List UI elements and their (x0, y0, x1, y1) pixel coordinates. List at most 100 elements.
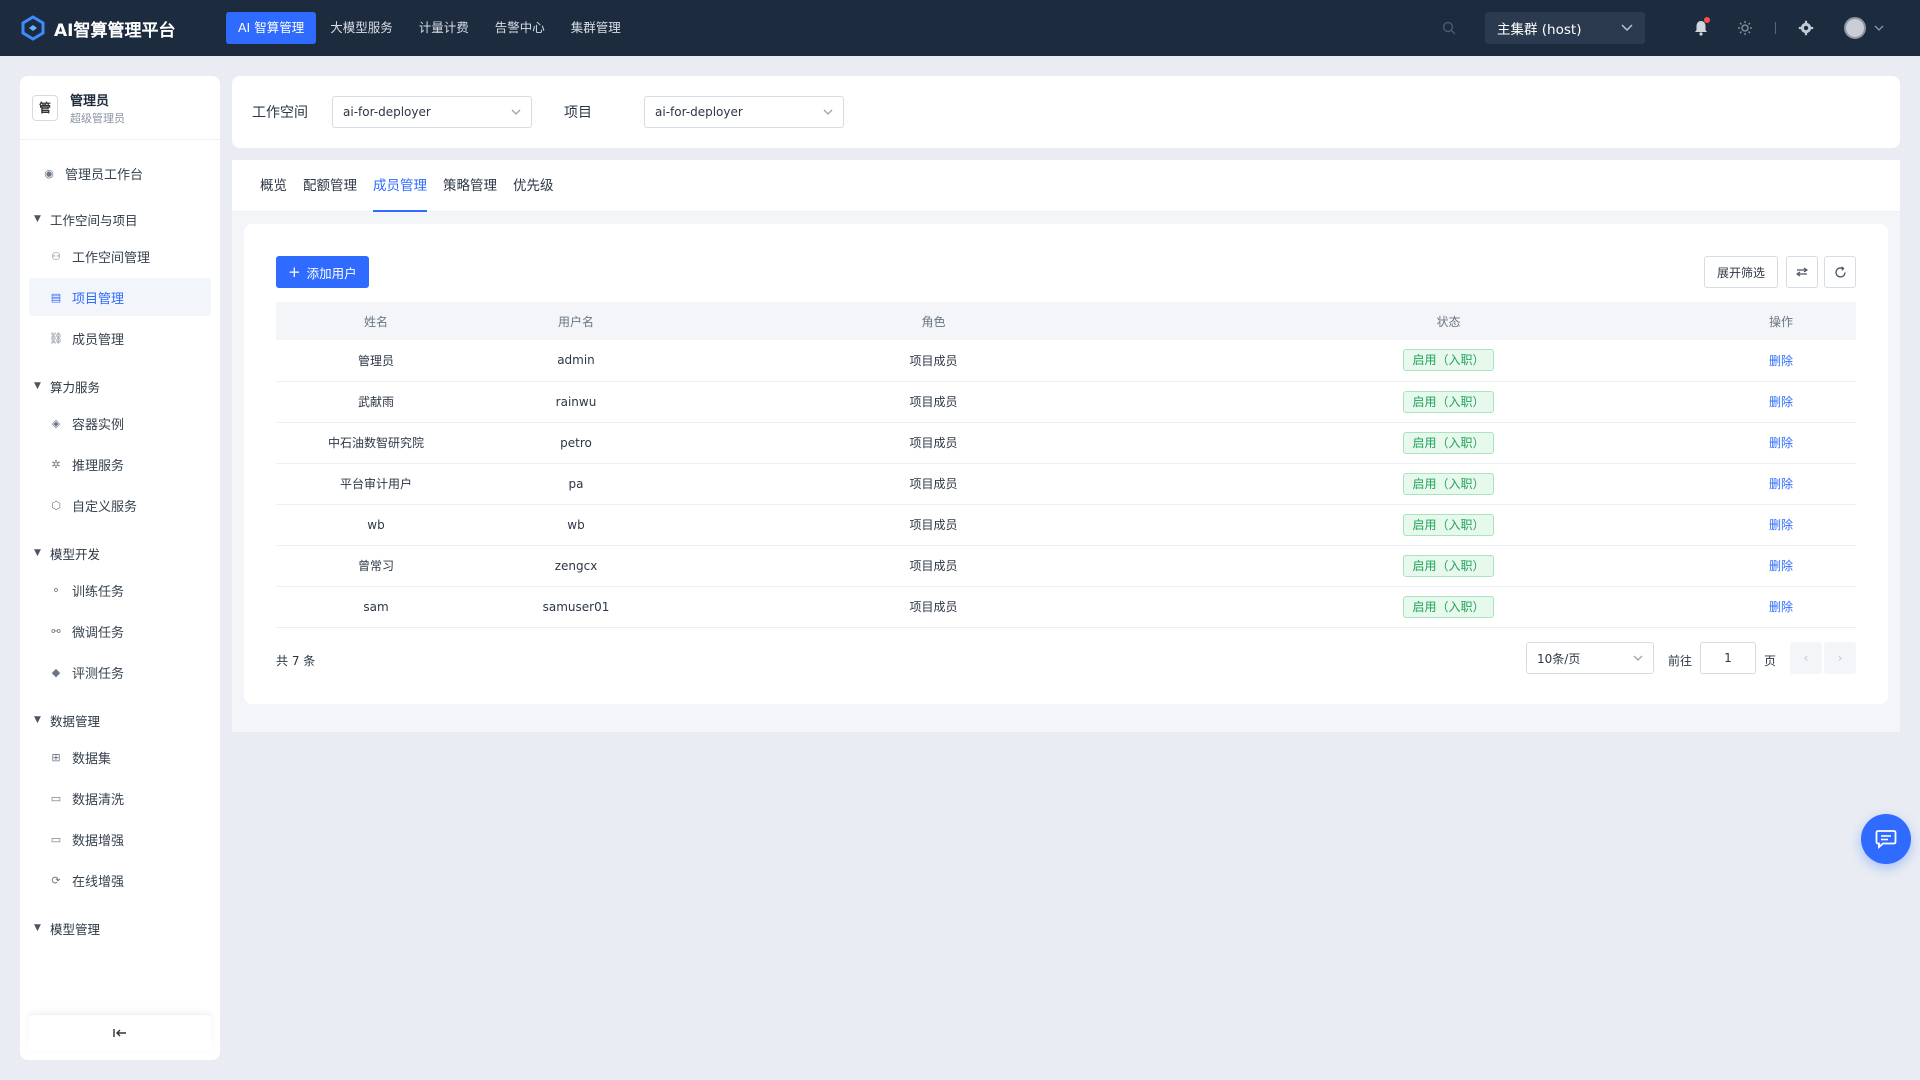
delete-link[interactable]: 删除 (1769, 477, 1793, 491)
cell-actions: 删除 (1706, 340, 1856, 382)
sidebar-item-custom-service[interactable]: ⬡ 自定义服务 (29, 486, 211, 524)
sidebar-group-compute[interactable]: ▼ 算力服务 (20, 371, 220, 401)
sidebar-group-label: 工作空间与项目 (50, 212, 138, 228)
table-row: wb wb 项目成员 启用（入职） 删除 (276, 504, 1856, 546)
sidebar-item-data-cleaning[interactable]: ▭ 数据清洗 (29, 779, 211, 817)
sidebar-item-workbench[interactable]: ◉ 管理员工作台 (29, 154, 211, 192)
page-size-value: 10条/页 (1537, 651, 1581, 666)
chevron-down-icon (511, 109, 521, 115)
cell-role: 项目成员 (676, 504, 1191, 546)
prev-page-button[interactable]: ‹ (1790, 642, 1822, 674)
sidebar-item-workspace-management[interactable]: ⚇ 工作空间管理 (29, 237, 211, 275)
cell-actions: 删除 (1706, 504, 1856, 546)
delete-link[interactable]: 删除 (1769, 436, 1793, 450)
sidebar-group-model-dev[interactable]: ▼ 模型开发 (20, 538, 220, 568)
sidebar-item-project-management[interactable]: ▤ 项目管理 (29, 278, 211, 316)
add-user-button[interactable]: + 添加用户 (276, 256, 369, 288)
tab-priority[interactable]: 优先级 (513, 160, 554, 212)
workspace-select[interactable]: ai-for-deployer (332, 96, 532, 128)
delete-link[interactable]: 删除 (1769, 600, 1793, 614)
delete-link[interactable]: 删除 (1769, 559, 1793, 573)
swap-icon (1796, 267, 1808, 277)
column-settings-button[interactable] (1786, 256, 1818, 288)
expand-filter-button[interactable]: 展开筛选 (1704, 256, 1778, 288)
sidebar-item-data-augment[interactable]: ▭ 数据增强 (29, 820, 211, 858)
cell-actions: 删除 (1706, 545, 1856, 587)
users-icon: ⚇ (51, 249, 61, 263)
cell-status: 启用（入职） (1191, 381, 1706, 423)
sidebar-item-eval-task[interactable]: ◆ 评测任务 (29, 653, 211, 691)
notification-dot (1704, 17, 1710, 23)
sidebar-item-label: 数据集 (72, 751, 112, 767)
status-badge: 启用（入职） (1403, 513, 1494, 536)
gear-icon[interactable] (1796, 18, 1816, 38)
cell-role: 项目成员 (676, 381, 1191, 423)
column-header-name: 姓名 (363, 314, 388, 329)
add-user-label: 添加用户 (306, 265, 357, 281)
sidebar-item-finetune-task[interactable]: ⚯ 微调任务 (29, 612, 211, 650)
next-page-button[interactable]: › (1824, 642, 1856, 674)
tab-overview[interactable]: 概览 (260, 160, 287, 212)
sidebar-item-member-management[interactable]: ⛓ 成员管理 (29, 319, 211, 357)
app-logo[interactable]: AI智算管理平台 (20, 15, 198, 41)
sidebar-item-online-augment[interactable]: ⟳ 在线增强 (29, 861, 211, 899)
search-icon[interactable] (1439, 18, 1459, 38)
cell-name: 中石油数智研究院 (276, 422, 476, 464)
topnav-billing[interactable]: 计量计费 (407, 12, 481, 44)
sidebar-item-label: 工作空间管理 (72, 250, 151, 266)
column-header-role: 角色 (921, 314, 946, 329)
theme-sun-icon[interactable] (1735, 18, 1755, 38)
user-avatar[interactable] (1844, 17, 1866, 39)
hierarchy-icon: ⚬ (51, 583, 61, 597)
hexagon-icon: ⬡ (51, 498, 61, 512)
chat-button[interactable] (1861, 814, 1911, 864)
filter-bar: 工作空间 ai-for-deployer 项目 ai-for-deployer (232, 76, 1900, 148)
sidebar-item-dataset[interactable]: ⊞ 数据集 (29, 738, 211, 776)
chevron-down-icon[interactable] (1874, 25, 1884, 31)
total-count: 共 7 条 (276, 654, 316, 668)
sidebar-item-inference-service[interactable]: ✲ 推理服务 (29, 445, 211, 483)
cell-username: zengcx (476, 545, 676, 587)
tab-members[interactable]: 成员管理 (373, 160, 427, 212)
table-row: 曾常习 zengcx 项目成员 启用（入职） 删除 (276, 545, 1856, 587)
sidebar-group-workspace[interactable]: ▼ 工作空间与项目 (20, 204, 220, 234)
cell-name: 管理员 (276, 340, 476, 382)
topnav-ai-compute[interactable]: AI 智算管理 (226, 12, 317, 44)
user-name: 管理员 (70, 93, 110, 109)
user-card: 管 管理员 超级管理员 (20, 76, 220, 140)
sidebar-item-label: 管理员工作台 (65, 167, 144, 183)
workspace-select-value: ai-for-deployer (343, 105, 431, 119)
delete-link[interactable]: 删除 (1769, 395, 1793, 409)
refresh-button[interactable] (1824, 256, 1856, 288)
sidebar-item-container-instance[interactable]: ◈ 容器实例 (29, 404, 211, 442)
sidebar-group-model-management[interactable]: ▼ 模型管理 (20, 913, 220, 943)
refresh-icon (1834, 265, 1846, 278)
tab-quota[interactable]: 配额管理 (303, 160, 357, 212)
user-avatar-badge: 管 (32, 94, 58, 121)
collapse-sidebar-button[interactable] (29, 1014, 211, 1050)
project-label: 项目 (564, 105, 592, 121)
cube-icon: ◈ (51, 416, 61, 430)
topnav-cluster-management[interactable]: 集群管理 (559, 12, 633, 44)
chevron-left-icon: ‹ (1803, 651, 1809, 665)
cluster-select-value: 主集群 (host) (1497, 22, 1582, 38)
cluster-select[interactable]: 主集群 (host) (1485, 12, 1645, 44)
topnav-alert-center[interactable]: 告警中心 (483, 12, 557, 44)
delete-link[interactable]: 删除 (1769, 354, 1793, 368)
chevron-down-icon: ▼ (34, 715, 41, 725)
sidebar-group-label: 模型开发 (50, 546, 101, 562)
goto-page-input[interactable] (1700, 642, 1756, 674)
cell-role: 项目成员 (676, 586, 1191, 628)
sidebar-group-data[interactable]: ▼ 数据管理 (20, 705, 220, 735)
sidebar-item-training-task[interactable]: ⚬ 训练任务 (29, 571, 211, 609)
bell-icon[interactable] (1691, 17, 1711, 38)
cell-name: 曾常习 (276, 545, 476, 587)
project-select[interactable]: ai-for-deployer (644, 96, 844, 128)
delete-link[interactable]: 删除 (1769, 518, 1793, 532)
cell-name: sam (276, 586, 476, 628)
cog-icon: ✲ (51, 457, 61, 471)
tab-policy[interactable]: 策略管理 (443, 160, 497, 212)
page-size-select[interactable]: 10条/页 (1526, 642, 1654, 674)
topnav-llm-service[interactable]: 大模型服务 (318, 12, 405, 44)
chevron-down-icon: ▼ (34, 214, 41, 224)
